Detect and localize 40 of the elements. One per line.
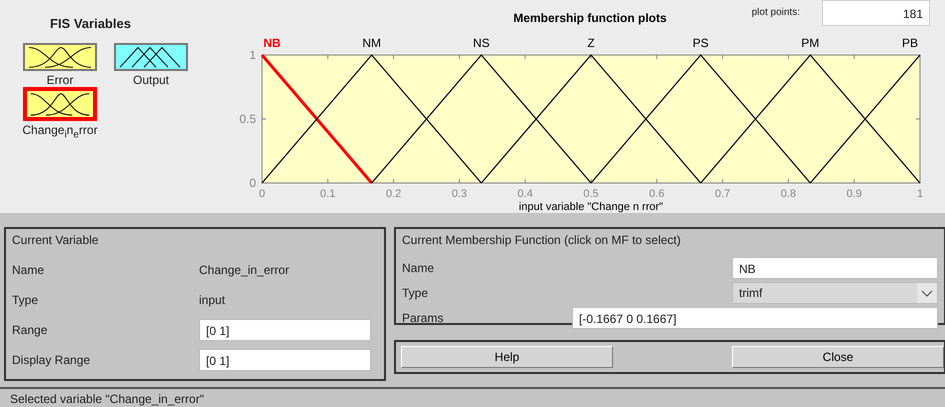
field-label: Display Range bbox=[12, 353, 92, 367]
field-label: Type bbox=[12, 293, 40, 307]
variable-type-value: input bbox=[199, 293, 226, 307]
series-label: NS bbox=[472, 36, 490, 50]
field-label: Name bbox=[12, 263, 46, 277]
series-label: PM bbox=[801, 36, 820, 50]
field-label: Params bbox=[402, 310, 444, 324]
x-tick-label: 0.8 bbox=[780, 188, 796, 200]
series-label: PS bbox=[692, 36, 709, 50]
y-tick-label: 0 bbox=[249, 176, 256, 190]
x-tick-label: 1 bbox=[916, 188, 924, 200]
x-tick-label: 0.4 bbox=[518, 188, 533, 200]
field-label: Name bbox=[402, 260, 436, 274]
x-tick-label: 0.3 bbox=[452, 188, 468, 200]
x-tick-label: 0.9 bbox=[846, 188, 862, 200]
series-label: NM bbox=[362, 36, 382, 50]
variable-name: Error bbox=[46, 73, 74, 87]
x-tick-label: 0.2 bbox=[386, 188, 402, 200]
x-axis-label: input variable "Change n rror" bbox=[518, 201, 664, 213]
field-label: Range bbox=[12, 323, 48, 337]
series-label: PB bbox=[902, 36, 918, 50]
panel-title: Current Variable bbox=[12, 233, 100, 249]
variable-name: Change$_{i}$n$_{e}$rror bbox=[22, 123, 98, 140]
field-label: Type bbox=[402, 286, 430, 300]
variable-name: Output bbox=[132, 73, 170, 87]
x-tick-label: 0.6 bbox=[649, 188, 664, 200]
x-tick-label: 0.7 bbox=[714, 188, 730, 200]
plot-points-label: plot points: bbox=[752, 7, 800, 18]
series-label: Z bbox=[587, 36, 595, 50]
series-label: NB bbox=[263, 36, 281, 50]
y-tick-label: 0.5 bbox=[239, 112, 256, 126]
panel-title: Current Membership Function (click on MF to select) bbox=[402, 233, 682, 249]
variable-name-value: Change_in_error bbox=[199, 263, 290, 277]
x-tick-label: 0 bbox=[258, 188, 266, 200]
chart-title: Membership function plots bbox=[513, 11, 667, 25]
x-tick-label: 0.1 bbox=[320, 188, 336, 200]
status-bar: Selected variable "Change_in_error" bbox=[0, 387, 945, 407]
x-tick-label: 0.5 bbox=[583, 188, 599, 200]
panel-title: FIS Variables bbox=[50, 16, 131, 31]
y-tick-label: 1 bbox=[249, 48, 256, 62]
